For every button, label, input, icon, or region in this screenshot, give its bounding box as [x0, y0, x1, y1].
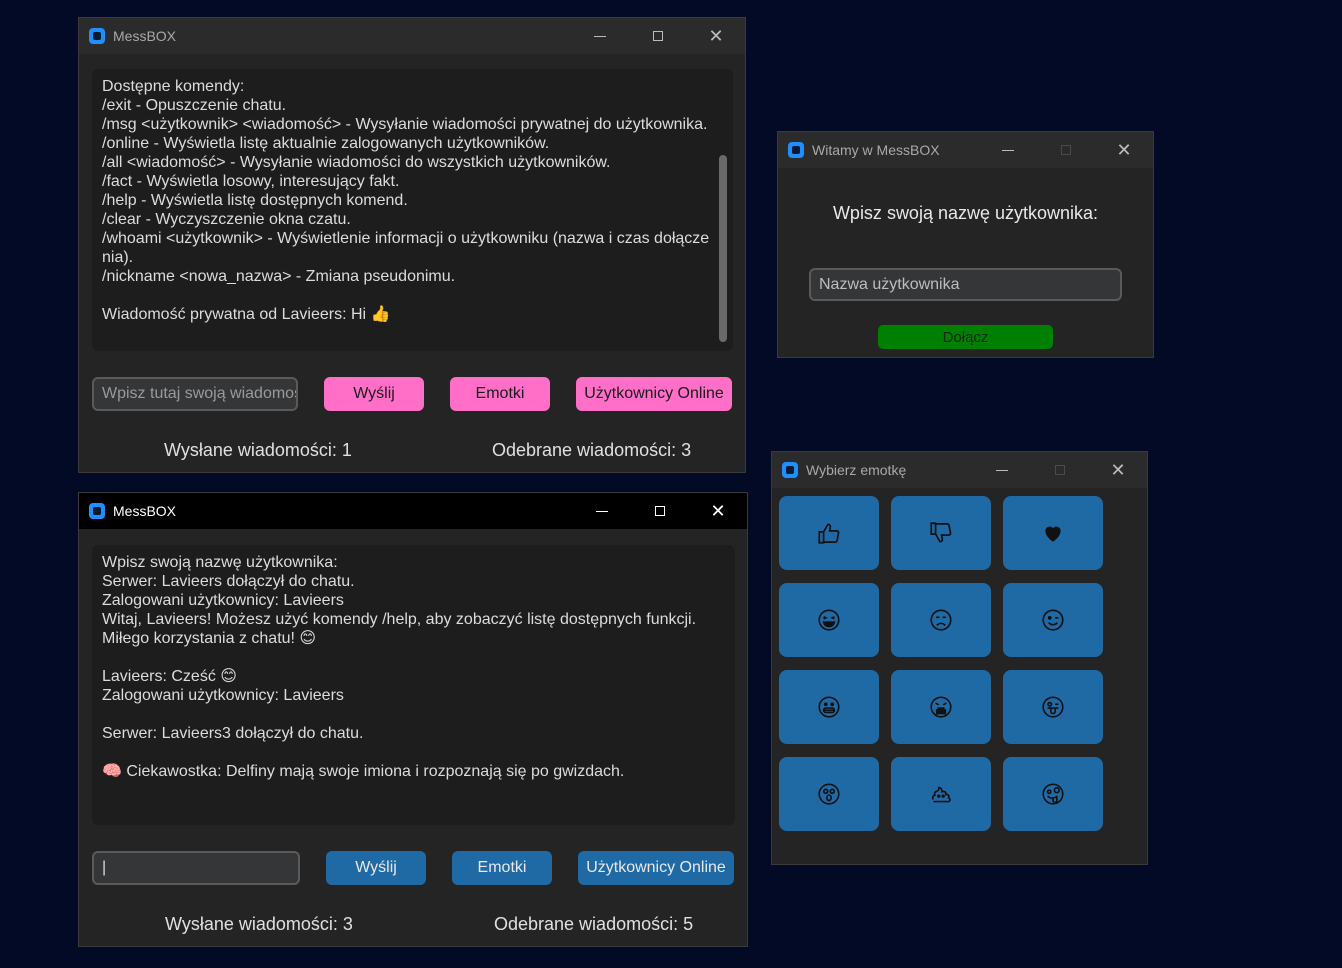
title-bar[interactable]: Witamy w MessBOX ✕ [778, 132, 1153, 168]
emoji-button[interactable] [779, 670, 879, 744]
emoji-picker-window: Wybierz emotkę ✕ [771, 451, 1148, 865]
maximize-icon [1055, 465, 1065, 475]
app-icon [89, 503, 105, 519]
maximize-button[interactable] [629, 18, 687, 54]
minimize-icon [596, 510, 608, 512]
sent-counter: Wysłane wiadomości: 3 [165, 914, 353, 934]
emoji-button[interactable] [779, 757, 879, 831]
emotes-button[interactable]: Emotki [450, 377, 550, 411]
window-title: Witamy w MessBOX [812, 142, 940, 158]
message-input[interactable]: Wpisz tutaj swoją wiadomość [92, 377, 298, 411]
minimize-button[interactable] [571, 18, 629, 54]
close-icon: ✕ [1110, 460, 1126, 480]
thumbs-up-icon [818, 523, 840, 544]
login-window: Witamy w MessBOX ✕ Wpisz swoją nazwę uży… [777, 131, 1154, 358]
emoji-button[interactable] [891, 670, 991, 744]
laughing-tears-icon [818, 609, 840, 631]
emoji-button[interactable] [779, 583, 879, 657]
minimize-icon [594, 35, 606, 37]
poop-icon [931, 786, 951, 803]
chat-scrollbar[interactable] [719, 155, 727, 342]
minimize-button[interactable] [573, 493, 631, 529]
send-button[interactable]: Wyślij [326, 851, 426, 885]
app-icon [788, 142, 804, 158]
close-icon: ✕ [1116, 140, 1132, 160]
tongue-wink-face-icon [1042, 696, 1064, 718]
close-button[interactable]: ✕ [1089, 452, 1147, 488]
crying-face-icon [930, 696, 952, 718]
minimize-icon [996, 469, 1008, 471]
received-counter: Odebrane wiadomości: 5 [494, 914, 694, 934]
app-icon [89, 28, 105, 44]
emoji-button[interactable] [1003, 670, 1103, 744]
chat-display: Dostępne komendy: /exit - Opuszczenie ch… [92, 69, 733, 351]
emoji-button[interactable] [891, 757, 991, 831]
online-users-button[interactable]: Użytkownicy Online [578, 851, 734, 885]
title-bar[interactable]: MessBOX ✕ [79, 18, 745, 54]
zany-face-icon [1042, 783, 1064, 805]
surprised-face-icon [818, 783, 840, 805]
emoji-button[interactable] [1003, 757, 1103, 831]
emoji-button[interactable] [1003, 583, 1103, 657]
minimize-button[interactable] [973, 452, 1031, 488]
maximize-button [1037, 132, 1095, 168]
minimize-button[interactable] [979, 132, 1037, 168]
sad-face-icon [930, 609, 952, 631]
grinning-face-icon [818, 696, 840, 718]
send-button[interactable]: Wyślij [324, 377, 424, 411]
emoji-button[interactable] [891, 583, 991, 657]
maximize-icon [653, 31, 663, 41]
title-bar[interactable]: Wybierz emotkę ✕ [772, 452, 1147, 488]
maximize-button [1031, 452, 1089, 488]
maximize-button[interactable] [631, 493, 689, 529]
maximize-icon [655, 506, 665, 516]
maximize-icon [1061, 145, 1071, 155]
minimize-icon [1002, 149, 1014, 151]
window-title: MessBOX [113, 28, 177, 44]
close-button[interactable]: ✕ [687, 18, 745, 54]
join-button[interactable]: Dołącz [878, 325, 1053, 349]
sent-counter: Wysłane wiadomości: 1 [164, 440, 352, 460]
emoji-button[interactable] [891, 496, 991, 570]
app-icon [782, 462, 798, 478]
close-icon: ✕ [708, 26, 724, 46]
close-icon: ✕ [710, 501, 726, 521]
received-counter: Odebrane wiadomości: 3 [492, 440, 692, 460]
emoji-button[interactable] [1003, 496, 1103, 570]
window-title: Wybierz emotkę [806, 462, 907, 478]
chat-display: Wpisz swoją nazwę użytkownika: Serwer: L… [92, 545, 735, 825]
title-bar[interactable]: MessBOX ✕ [79, 493, 747, 529]
winking-face-icon [1042, 609, 1064, 631]
window-title: MessBOX [113, 503, 177, 519]
close-button[interactable]: ✕ [689, 493, 747, 529]
username-input[interactable]: Nazwa użytkownika [809, 268, 1122, 301]
messbox-window-1: MessBOX ✕ Dostępne komendy: /exit - Opus… [78, 17, 746, 473]
thumbs-down-icon [930, 522, 952, 543]
emotes-button[interactable]: Emotki [452, 851, 552, 885]
messbox-window-2: MessBOX ✕ Wpisz swoją nazwę użytkownika:… [78, 492, 748, 947]
login-prompt: Wpisz swoją nazwę użytkownika: [832, 203, 1099, 223]
heart-icon [1045, 526, 1061, 542]
close-button[interactable]: ✕ [1095, 132, 1153, 168]
online-users-button[interactable]: Użytkownicy Online [576, 377, 732, 411]
emoji-button[interactable] [779, 496, 879, 570]
message-input[interactable]: | [92, 851, 300, 885]
